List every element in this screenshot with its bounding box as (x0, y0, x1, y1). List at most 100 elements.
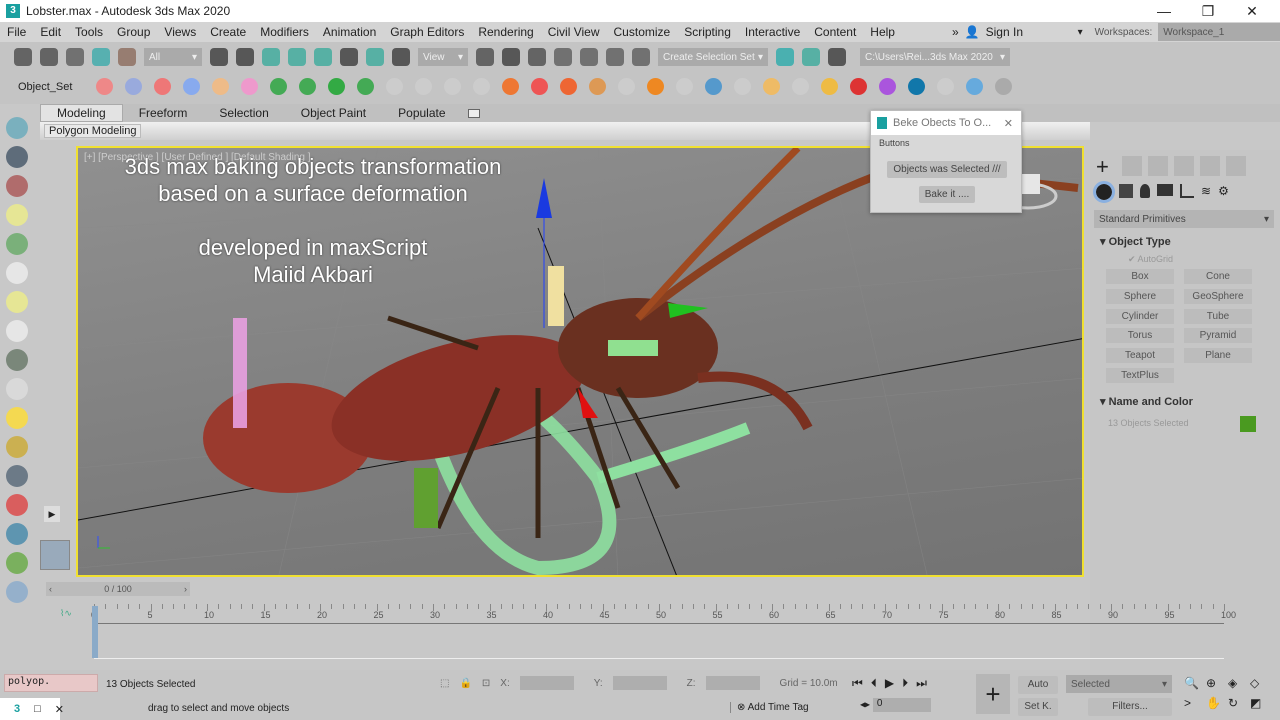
viewport-layout-button[interactable] (40, 540, 70, 570)
orbit-icon[interactable]: ↻ (1228, 696, 1248, 710)
liquid-icon[interactable] (618, 78, 636, 95)
scale-icon[interactable] (366, 48, 384, 66)
ribbon-options-icon[interactable] (467, 108, 480, 118)
wrench-icon[interactable] (6, 494, 28, 516)
polygon-modeling-label[interactable]: Polygon Modeling (44, 124, 142, 138)
selection-filter-dropdown[interactable]: All ▾ (144, 48, 202, 66)
primitive-tube-button[interactable]: Tube (1184, 308, 1252, 324)
primitive-geosphere-button[interactable]: GeoSphere (1184, 288, 1252, 304)
teapot-icon[interactable] (6, 117, 28, 139)
project-folder-dropdown[interactable]: C:\Users\Rei...3ds Max 2020 ▾ (860, 48, 1010, 66)
plant-icon[interactable] (6, 552, 28, 574)
absolute-mode-icon[interactable]: ⊡ (482, 678, 490, 689)
arrow-icon[interactable] (299, 78, 317, 95)
flame3-icon[interactable] (560, 78, 578, 95)
primitive-torus-button[interactable]: Torus (1106, 328, 1174, 344)
snap-3d-icon[interactable] (528, 48, 546, 66)
zoom-icon[interactable]: 🔍 (1184, 676, 1204, 690)
mug-icon[interactable] (763, 78, 781, 95)
pivot-icon[interactable] (392, 48, 410, 66)
cloud-icon[interactable] (6, 146, 28, 168)
smoke-icon[interactable] (589, 78, 607, 95)
bubbles-icon[interactable] (212, 78, 230, 95)
create-tab-icon[interactable]: + (1096, 156, 1109, 178)
menu-edit[interactable]: Edit (33, 25, 68, 39)
space-warps-icon[interactable]: ≋ (1201, 184, 1211, 200)
sun-icon[interactable] (6, 407, 28, 429)
mirror2-icon[interactable] (776, 48, 794, 66)
fire-hex-icon[interactable] (96, 78, 114, 95)
primitive-sphere-button[interactable]: Sphere (1106, 288, 1174, 304)
frame-spinner[interactable]: ◂▸ 0 (860, 698, 931, 712)
go-to-start-icon[interactable]: ⏮ (852, 676, 863, 691)
time-slider[interactable]: ‹ 0 / 100 › (46, 582, 190, 596)
ocean-icon[interactable] (966, 78, 984, 95)
category-dropdown[interactable]: Standard Primitives ▾ (1094, 210, 1274, 228)
x-field[interactable] (519, 676, 574, 690)
tree-icon[interactable] (850, 78, 868, 95)
splash-icon[interactable] (705, 78, 723, 95)
name-color-rollout[interactable]: ▾ Name and Color (1100, 395, 1193, 408)
track-bar-ruler[interactable]: 0510152025303540455055606570758085909510… (91, 604, 1236, 624)
cameras-icon[interactable] (1157, 184, 1173, 196)
lightbulb-icon[interactable] (6, 204, 28, 226)
zoom-all-icon[interactable]: ⊕ (1206, 676, 1226, 690)
spinner-snap-icon[interactable] (606, 48, 624, 66)
menu-rendering[interactable]: Rendering (471, 25, 540, 39)
primitive-textplus-button[interactable]: TextPlus (1106, 368, 1174, 383)
minimize-button[interactable]: — (1142, 0, 1186, 22)
pour-icon[interactable] (821, 78, 839, 95)
menu-create[interactable]: Create (203, 25, 253, 39)
cup-icon[interactable] (734, 78, 752, 95)
scene-explorer-icon[interactable] (828, 48, 846, 66)
burst-icon[interactable] (357, 78, 375, 95)
purple-icon[interactable] (879, 78, 897, 95)
maximize-viewport-icon[interactable]: ◩ (1250, 696, 1270, 710)
mirror-icon[interactable] (476, 48, 494, 66)
cone-icon[interactable] (6, 378, 28, 400)
tab-freeform[interactable]: Freeform (123, 106, 204, 120)
objects-selected-button[interactable]: Objects was Selected /// (887, 161, 1007, 178)
isolate-icon[interactable]: ⬚ (440, 678, 449, 689)
ball-icon[interactable] (6, 581, 28, 603)
modify-tab-icon[interactable] (1122, 156, 1142, 176)
selection-set-dropdown[interactable]: Create Selection Set ▾ (658, 48, 768, 66)
rotate-icon[interactable] (340, 48, 358, 66)
water-icon[interactable] (183, 78, 201, 95)
align2-icon[interactable] (802, 48, 820, 66)
display-tab-icon[interactable] (1200, 156, 1220, 176)
auto-key-button[interactable]: Auto (1018, 676, 1058, 694)
select-by-name-icon[interactable] (236, 48, 254, 66)
key-filter-dropdown[interactable]: Selected ▾ (1066, 675, 1172, 693)
menu-tools[interactable]: Tools (68, 25, 110, 39)
rectangle-icon[interactable] (6, 262, 28, 284)
primitive-pyramid-button[interactable]: Pyramid (1184, 328, 1252, 344)
crystal-icon[interactable] (6, 465, 28, 487)
menu-file[interactable]: File (0, 25, 33, 39)
zoom-extents-all-icon[interactable]: ◇ (1250, 676, 1270, 690)
object-type-rollout[interactable]: ▾ Object Type (1100, 235, 1171, 248)
link-icon[interactable] (66, 48, 84, 66)
sign-in-button[interactable]: Sign In (986, 25, 1072, 39)
hierarchy-tab-icon[interactable] (1148, 156, 1168, 176)
move-icon[interactable] (314, 48, 332, 66)
tab-object-paint[interactable]: Object Paint (285, 106, 382, 120)
film-icon[interactable] (6, 175, 28, 197)
window-crossing-icon[interactable] (288, 48, 306, 66)
tab-modeling[interactable]: Modeling (40, 104, 123, 122)
filters-button[interactable]: Filters... (1088, 698, 1172, 716)
motion-tab-icon[interactable] (1174, 156, 1194, 176)
edit-named-selection-icon[interactable] (632, 48, 650, 66)
trash-icon[interactable] (473, 78, 491, 95)
undo-icon[interactable] (14, 48, 32, 66)
tree-icon[interactable] (6, 233, 28, 255)
menu-content[interactable]: Content (807, 25, 863, 39)
candle-icon[interactable] (647, 78, 665, 95)
ref-coord-dropdown[interactable]: View ▾ (418, 48, 468, 66)
utilities-tab-icon[interactable] (1226, 156, 1246, 176)
cage-icon[interactable] (6, 349, 28, 371)
rect-region-icon[interactable] (262, 48, 280, 66)
primitive-cone-button[interactable]: Cone (1184, 269, 1252, 284)
play-icon[interactable] (386, 78, 404, 95)
primitive-box-button[interactable]: Box (1106, 269, 1174, 284)
